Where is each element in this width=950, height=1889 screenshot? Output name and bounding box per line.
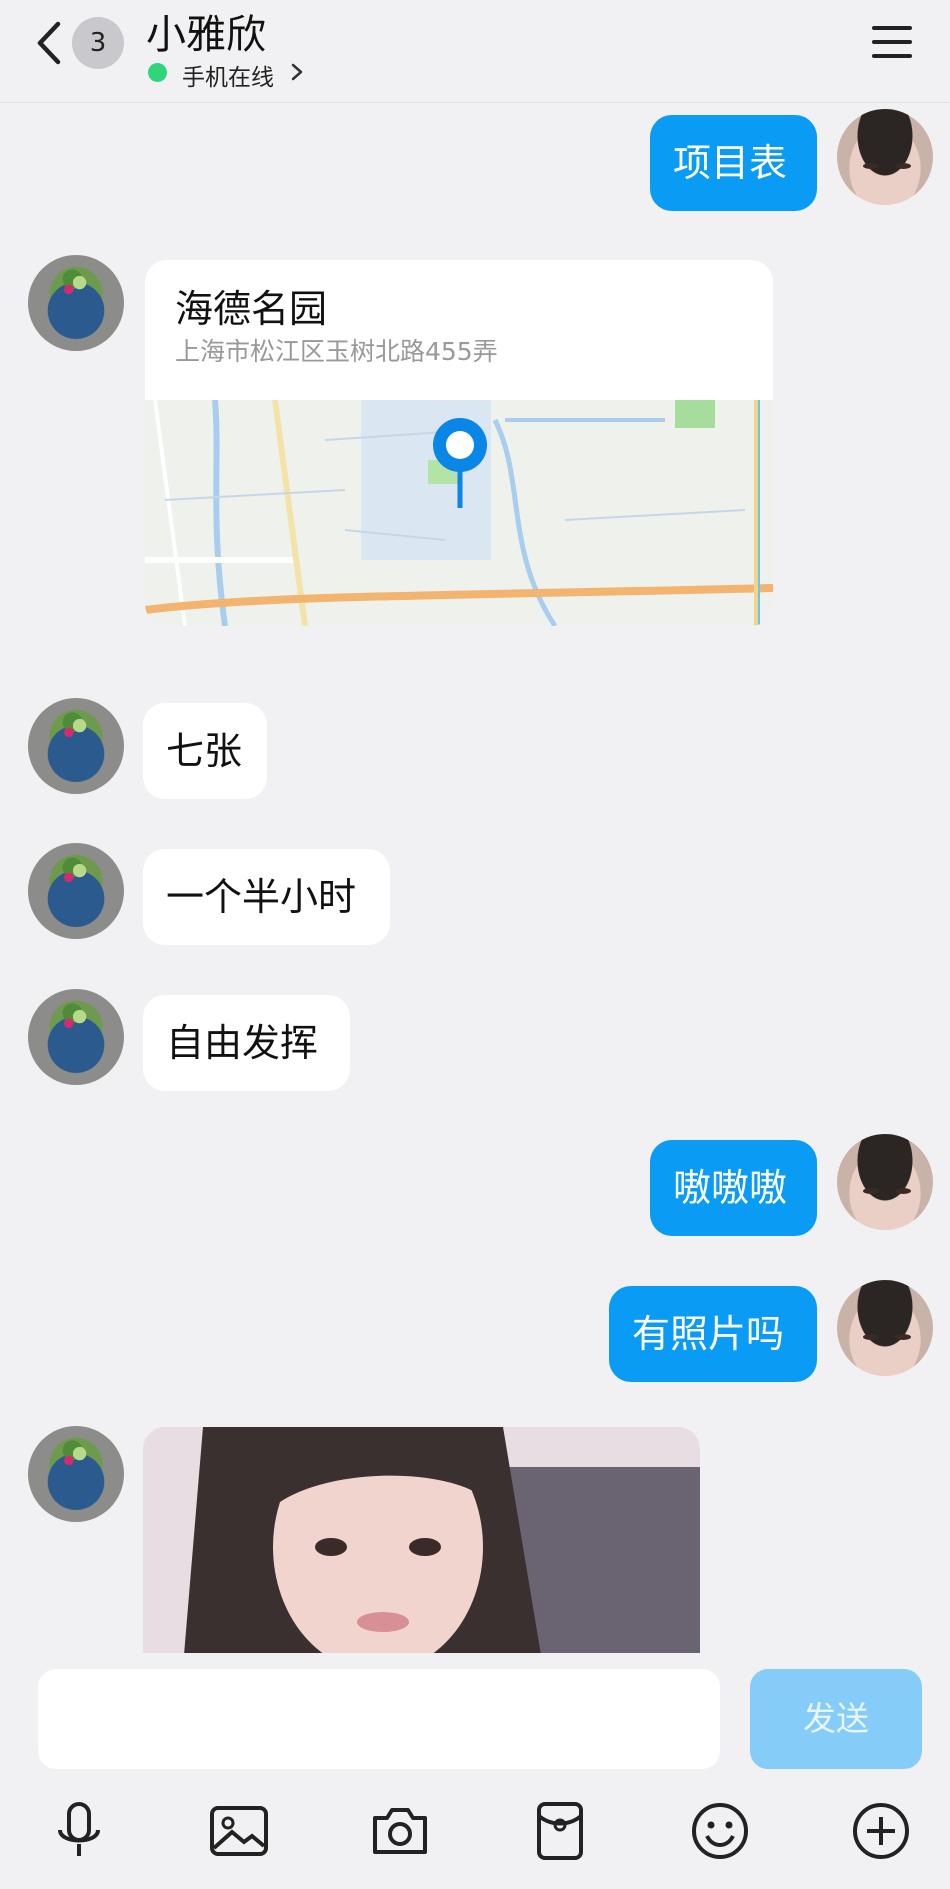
contact-avatar[interactable] (28, 255, 124, 351)
photo-message[interactable] (143, 1427, 700, 1653)
message-bubble-outgoing[interactable]: 项目表 (650, 115, 817, 211)
plus-icon[interactable] (848, 1798, 914, 1864)
contact-avatar[interactable] (28, 1426, 124, 1522)
chevron-right-icon[interactable] (290, 62, 304, 82)
send-button[interactable]: 发送 (750, 1669, 922, 1769)
message-input[interactable] (38, 1669, 720, 1769)
message-input-bar: 发送 (0, 1654, 950, 1774)
red-packet-icon[interactable] (527, 1798, 593, 1864)
location-card[interactable]: 海德名园 上海市松江区玉树北路455弄 (145, 260, 773, 626)
message-list[interactable]: 项目表 海德名园 上海市松江区玉树北路455弄 七张 一个半小时 自由发挥 嗷嗷… (0, 103, 950, 1653)
contact-avatar[interactable] (28, 989, 124, 1085)
contact-avatar[interactable] (28, 843, 124, 939)
location-map[interactable] (145, 400, 773, 626)
my-avatar[interactable] (837, 1280, 933, 1376)
microphone-icon[interactable] (46, 1798, 112, 1864)
message-bubble-incoming[interactable]: 一个半小时 (143, 849, 390, 945)
my-avatar[interactable] (837, 109, 933, 205)
location-address: 上海市松江区玉树北路455弄 (175, 337, 498, 366)
message-bubble-outgoing[interactable]: 嗷嗷嗷 (650, 1140, 817, 1236)
emoji-icon[interactable] (687, 1798, 753, 1864)
chat-header: 3 小雅欣 手机在线 (0, 0, 950, 103)
location-name: 海德名园 (175, 287, 328, 331)
back-arrow-icon[interactable] (30, 18, 70, 68)
chat-title[interactable]: 小雅欣 (146, 2, 266, 60)
message-bubble-outgoing[interactable]: 有照片吗 (609, 1286, 817, 1382)
contact-avatar[interactable] (28, 698, 124, 794)
my-avatar[interactable] (837, 1134, 933, 1230)
message-bubble-incoming[interactable]: 七张 (143, 703, 267, 799)
online-status-text[interactable]: 手机在线 (182, 58, 274, 92)
unread-count-badge[interactable]: 3 (72, 17, 124, 69)
image-icon[interactable] (206, 1798, 272, 1864)
menu-icon[interactable] (872, 26, 912, 60)
camera-icon[interactable] (367, 1798, 433, 1864)
input-toolbar (0, 1778, 950, 1889)
message-bubble-incoming[interactable]: 自由发挥 (143, 995, 350, 1091)
online-status-dot (148, 63, 167, 82)
